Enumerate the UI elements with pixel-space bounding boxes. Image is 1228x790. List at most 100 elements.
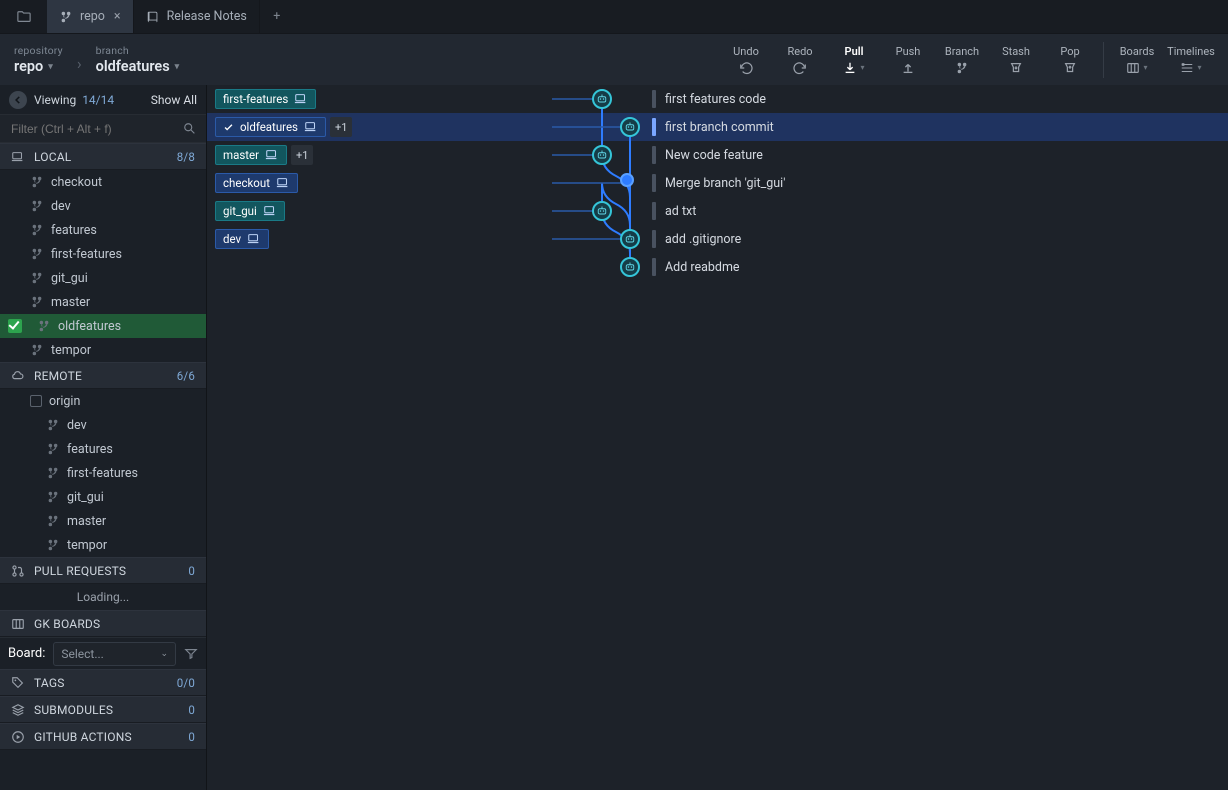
branch-chip[interactable]: oldfeatures — [215, 117, 326, 137]
boards-button[interactable]: Boards▾ — [1110, 35, 1164, 85]
robot-icon — [624, 121, 636, 133]
commit-node[interactable] — [620, 229, 640, 249]
show-all-button[interactable]: Show All — [151, 93, 197, 107]
pull-icon — [843, 61, 857, 75]
local-branch-tempor[interactable]: tempor — [0, 338, 206, 362]
local-branch-features[interactable]: features — [0, 218, 206, 242]
branch-icon — [37, 319, 51, 333]
branch-name: features — [67, 442, 113, 457]
pull-button[interactable]: Pull▾ — [827, 35, 881, 85]
commit-node[interactable] — [592, 89, 612, 109]
commit-row[interactable]: checkoutMerge branch 'git_gui' — [207, 169, 1228, 197]
section-remote[interactable]: REMOTE 6/6 — [0, 362, 206, 389]
commit-node[interactable] — [592, 201, 612, 221]
branch-icon — [30, 175, 44, 189]
section-submodules[interactable]: SUBMODULES 0 — [0, 696, 206, 723]
remote-branch-tempor[interactable]: tempor — [0, 533, 206, 557]
branch-icon — [30, 247, 44, 261]
cloud-icon — [11, 369, 25, 383]
section-local[interactable]: LOCAL 8/8 — [0, 143, 206, 170]
branch-chip[interactable]: checkout — [215, 173, 298, 193]
tab-repo[interactable]: repo × — [47, 0, 134, 33]
search-icon[interactable] — [183, 121, 197, 136]
local-branch-first-features[interactable]: first-features — [0, 242, 206, 266]
redo-icon — [793, 61, 807, 75]
toolbar-divider — [1103, 42, 1104, 78]
branch-chip[interactable]: master — [215, 145, 287, 165]
remote-branch-first-features[interactable]: first-features — [0, 461, 206, 485]
commit-row[interactable]: master+1 New code feature — [207, 141, 1228, 169]
laptop-icon — [276, 176, 290, 190]
branch-chip[interactable]: first-features — [215, 89, 316, 109]
play-icon — [11, 730, 25, 744]
robot-icon — [596, 93, 608, 105]
merge-node[interactable] — [620, 173, 634, 187]
branch-name: git_gui — [67, 490, 104, 505]
robot-icon — [624, 233, 636, 245]
commit-node[interactable] — [620, 257, 640, 277]
filter-icon[interactable] — [184, 646, 198, 661]
branch-icon — [30, 295, 44, 309]
branch-name: tempor — [51, 343, 91, 358]
branch-name: master — [67, 514, 106, 529]
check-icon — [8, 319, 22, 333]
filter-input[interactable] — [9, 121, 183, 137]
section-github-actions[interactable]: GITHUB ACTIONS 0 — [0, 723, 206, 750]
commit-graph[interactable]: first-featuresfirst features codeoldfeat… — [207, 85, 1228, 790]
remote-branch-master[interactable]: master — [0, 509, 206, 533]
local-branch-git_gui[interactable]: git_gui — [0, 266, 206, 290]
commit-row[interactable]: first-featuresfirst features code — [207, 85, 1228, 113]
redo-button[interactable]: Redo — [773, 35, 827, 85]
new-tab-button[interactable]: + — [260, 0, 294, 33]
section-gk-boards[interactable]: GK BOARDS — [0, 610, 206, 637]
breadcrumb-repo-value[interactable]: repo▾ — [14, 58, 63, 75]
branch-chip[interactable]: git_gui — [215, 201, 285, 221]
push-icon — [901, 61, 915, 75]
branch-icon — [30, 223, 44, 237]
loading-indicator: Loading... — [0, 584, 206, 610]
timelines-icon — [1180, 61, 1194, 75]
push-button[interactable]: Push — [881, 35, 935, 85]
close-icon[interactable]: × — [114, 9, 121, 24]
commit-node[interactable] — [592, 145, 612, 165]
back-button[interactable] — [9, 91, 27, 109]
ahead-count: +1 — [291, 145, 313, 165]
local-branch-oldfeatures[interactable]: oldfeatures — [0, 314, 206, 338]
commit-bar — [652, 174, 656, 192]
pop-button[interactable]: Pop — [1043, 35, 1097, 85]
local-branch-master[interactable]: master — [0, 290, 206, 314]
board-select[interactable]: Select... ⌄ — [53, 642, 176, 666]
remote-branch-dev[interactable]: dev — [0, 413, 206, 437]
remote-branch-features[interactable]: features — [0, 437, 206, 461]
tab-release-notes[interactable]: Release Notes — [134, 0, 260, 33]
commit-row[interactable]: devadd .gitignore — [207, 225, 1228, 253]
stash-icon — [1009, 61, 1023, 75]
undo-button[interactable]: Undo — [719, 35, 773, 85]
section-pull-requests[interactable]: PULL REQUESTS 0 — [0, 557, 206, 584]
commit-row[interactable]: oldfeatures+1first branch commit — [207, 113, 1228, 141]
commit-message: Add reabdme — [665, 260, 740, 275]
remote-origin[interactable]: origin — [0, 389, 206, 413]
commit-node[interactable] — [620, 117, 640, 137]
local-branch-checkout[interactable]: checkout — [0, 170, 206, 194]
stash-button[interactable]: Stash — [989, 35, 1043, 85]
branch-name: first-features — [67, 466, 138, 481]
chevron-down-icon: ⌄ — [160, 649, 168, 659]
timelines-button[interactable]: Timelines▾ — [1164, 35, 1218, 85]
breadcrumb-branch-value[interactable]: oldfeatures▾ — [96, 58, 180, 75]
pop-icon — [1063, 61, 1077, 75]
remote-branch-git_gui[interactable]: git_gui — [0, 485, 206, 509]
local-branch-dev[interactable]: dev — [0, 194, 206, 218]
tab-label: Release Notes — [167, 9, 247, 24]
pull-request-icon — [11, 564, 25, 578]
commit-row[interactable]: git_guiad txt — [207, 197, 1228, 225]
branch-button[interactable]: Branch — [935, 35, 989, 85]
commit-message: New code feature — [665, 148, 763, 163]
section-tags[interactable]: TAGS 0/0 — [0, 669, 206, 696]
commit-bar — [652, 202, 656, 220]
folder-icon[interactable] — [0, 0, 47, 33]
commit-row[interactable]: Add reabdme — [207, 253, 1228, 281]
laptop-icon — [247, 232, 261, 246]
ahead-count: +1 — [330, 117, 352, 137]
branch-chip[interactable]: dev — [215, 229, 269, 249]
